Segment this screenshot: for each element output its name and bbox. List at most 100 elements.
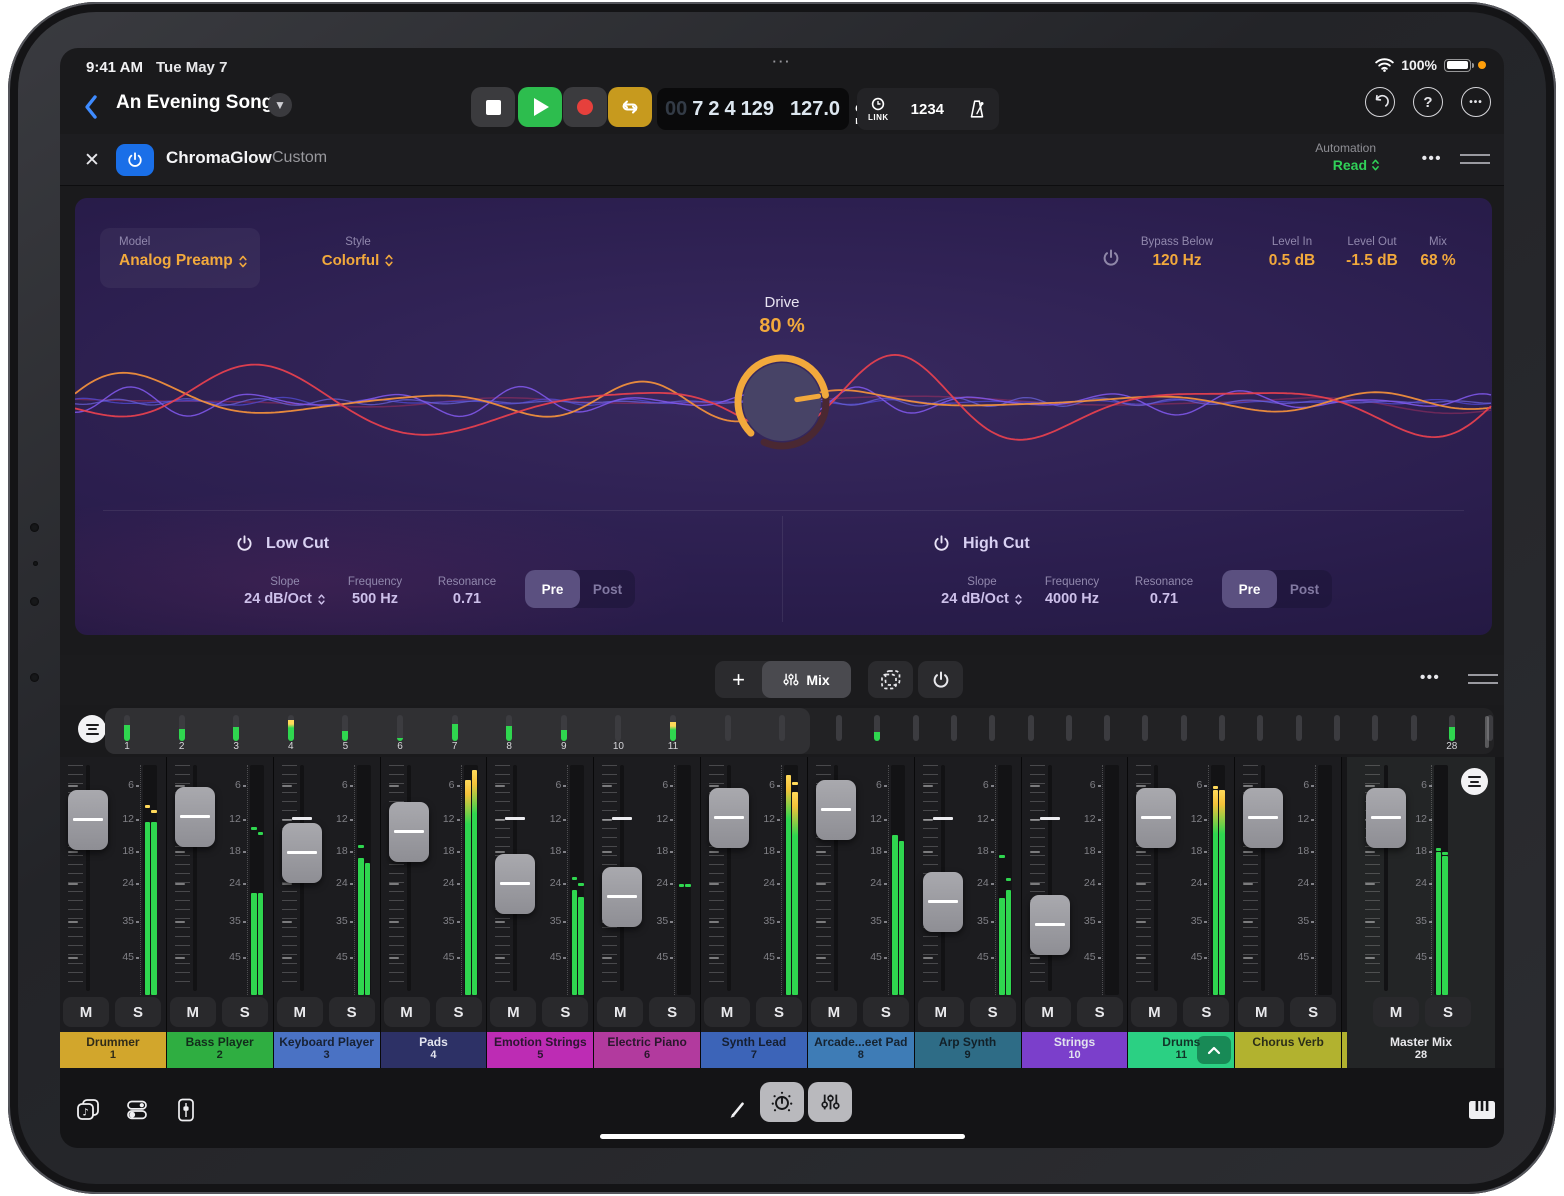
mute-button[interactable]: M: [1373, 997, 1419, 1027]
undo-button[interactable]: [1365, 87, 1395, 117]
more-options-button[interactable]: •••: [1461, 87, 1491, 117]
high-cut-power-icon[interactable]: [932, 534, 951, 553]
solo-button[interactable]: S: [1183, 997, 1229, 1027]
fader-handle[interactable]: [1136, 788, 1176, 848]
track-footer[interactable]: Arp Synth9: [915, 1032, 1021, 1068]
solo-button[interactable]: S: [222, 997, 268, 1027]
track-footer[interactable]: Electric Piano6: [594, 1032, 700, 1068]
track-power-button[interactable]: [918, 661, 963, 698]
fader-handle[interactable]: [1030, 895, 1070, 955]
mixer-more-button[interactable]: •••: [1420, 669, 1440, 686]
fader-handle[interactable]: [68, 790, 108, 850]
high-cut-resonance[interactable]: Resonance 0.71: [1119, 576, 1209, 607]
master-strip[interactable]: 61218243545MSMaster Mix28: [1347, 757, 1495, 1068]
master-filter-button[interactable]: [1461, 768, 1488, 795]
solo-button[interactable]: S: [863, 997, 909, 1027]
mute-button[interactable]: M: [1238, 997, 1284, 1027]
controls-button[interactable]: [119, 1092, 155, 1128]
multiselect-button[interactable]: [868, 661, 913, 698]
mute-button[interactable]: M: [384, 997, 430, 1027]
fader-handle[interactable]: [1243, 788, 1283, 848]
high-cut-slope[interactable]: Slope 24 dB/Oct: [932, 576, 1032, 607]
close-plugin-button[interactable]: ✕: [78, 146, 106, 174]
solo-button[interactable]: S: [1425, 997, 1471, 1027]
song-title[interactable]: An Evening Song: [116, 92, 273, 114]
solo-button[interactable]: S: [756, 997, 802, 1027]
mute-button[interactable]: M: [170, 997, 216, 1027]
solo-button[interactable]: S: [329, 997, 375, 1027]
mixer-view-button[interactable]: [808, 1082, 852, 1122]
style-select[interactable]: Style Colorful: [293, 236, 423, 269]
multitasking-dots-icon[interactable]: ···: [773, 54, 792, 69]
level-out-param[interactable]: Level Out -1.5 dB: [1327, 236, 1417, 270]
smart-controls-button[interactable]: [760, 1082, 804, 1122]
home-indicator[interactable]: [600, 1134, 965, 1139]
fader-track[interactable]: [407, 765, 411, 991]
low-cut-resonance[interactable]: Resonance 0.71: [422, 576, 512, 607]
channel-strip[interactable]: 61218243545MSBass Player2: [167, 757, 274, 1068]
count-in-button[interactable]: 1234: [911, 101, 944, 118]
track-footer[interactable]: Pads4: [381, 1032, 487, 1068]
plugin-preset[interactable]: Custom: [272, 149, 327, 167]
track-footer[interactable]: Synth Lead7: [701, 1032, 807, 1068]
track-footer[interactable]: Drums11: [1128, 1032, 1234, 1068]
mute-button[interactable]: M: [811, 997, 857, 1027]
channel-strip[interactable]: 61218243545MSDrummer1: [60, 757, 167, 1068]
song-menu-chevron[interactable]: ▼: [268, 93, 292, 117]
keyboard-button[interactable]: [1464, 1092, 1500, 1128]
channel-strip[interactable]: 61218243545MSSynth Lead7: [701, 757, 808, 1068]
mute-button[interactable]: M: [277, 997, 323, 1027]
solo-button[interactable]: S: [1290, 997, 1336, 1027]
channel-strip[interactable]: 61218243545MSDrums11: [1128, 757, 1235, 1068]
mixer-drag-handle[interactable]: [1468, 674, 1498, 684]
fader-track[interactable]: [1048, 765, 1052, 991]
channel-strip[interactable]: 61218243545MSEmotion Strings5: [487, 757, 594, 1068]
lcd-display[interactable]: 00 724129 127.0 4/4 C maj: [657, 88, 849, 130]
mix-param[interactable]: Mix 68 %: [1405, 236, 1471, 270]
low-cut-power-icon[interactable]: [235, 534, 254, 553]
mute-button[interactable]: M: [1131, 997, 1177, 1027]
track-footer[interactable]: Arcade...eet Pad8: [808, 1032, 914, 1068]
solo-button[interactable]: S: [542, 997, 588, 1027]
channel-strip[interactable]: 61218243545MSPads4: [381, 757, 488, 1068]
drive-knob[interactable]: [743, 363, 821, 441]
back-chevron-icon[interactable]: [82, 94, 100, 120]
pre-button[interactable]: Pre: [525, 570, 580, 608]
mix-view-button[interactable]: Mix: [762, 661, 851, 698]
play-button[interactable]: [518, 87, 562, 127]
metronome-icon[interactable]: [966, 98, 988, 120]
pencil-tool-button[interactable]: [718, 1092, 754, 1128]
channel-strip[interactable]: 61218243545MSChorus Verb: [1235, 757, 1342, 1068]
fader-view-button[interactable]: [168, 1092, 204, 1128]
fader-handle[interactable]: [1366, 788, 1406, 848]
post-button[interactable]: Post: [1277, 570, 1332, 608]
mute-button[interactable]: M: [597, 997, 643, 1027]
fader-handle[interactable]: [602, 867, 642, 927]
fader-handle[interactable]: [175, 787, 215, 847]
channel-strip[interactable]: 61218243545MSKeyboard Player3: [274, 757, 381, 1068]
mute-button[interactable]: M: [63, 997, 109, 1027]
fader-handle[interactable]: [709, 788, 749, 848]
fader-handle[interactable]: [816, 780, 856, 840]
mute-button[interactable]: M: [918, 997, 964, 1027]
solo-button[interactable]: S: [1077, 997, 1123, 1027]
pre-button[interactable]: Pre: [1222, 570, 1277, 608]
plugin-power-button[interactable]: [116, 144, 154, 176]
automation-mode-select[interactable]: Read: [1333, 157, 1380, 173]
stop-button[interactable]: [471, 87, 515, 127]
track-footer[interactable]: Keyboard Player3: [274, 1032, 380, 1068]
mute-button[interactable]: M: [490, 997, 536, 1027]
add-track-button[interactable]: +: [715, 661, 762, 698]
low-cut-slope[interactable]: Slope 24 dB/Oct: [235, 576, 335, 607]
loop-browser-button[interactable]: ♪: [70, 1092, 106, 1128]
mute-button[interactable]: M: [1025, 997, 1071, 1027]
mixer-filter-button[interactable]: [78, 715, 106, 743]
track-footer[interactable]: Emotion Strings5: [487, 1032, 593, 1068]
plugin-more-button[interactable]: •••: [1422, 150, 1442, 167]
high-cut-frequency[interactable]: Frequency 4000 Hz: [1027, 576, 1117, 607]
solo-button[interactable]: S: [436, 997, 482, 1027]
track-stack-chevron-button[interactable]: [1197, 1036, 1231, 1064]
track-footer[interactable]: Master Mix28: [1347, 1032, 1495, 1068]
overview-strip[interactable]: 123456789101128: [105, 708, 1494, 754]
bypass-below-param[interactable]: Bypass Below 120 Hz: [1127, 236, 1227, 270]
